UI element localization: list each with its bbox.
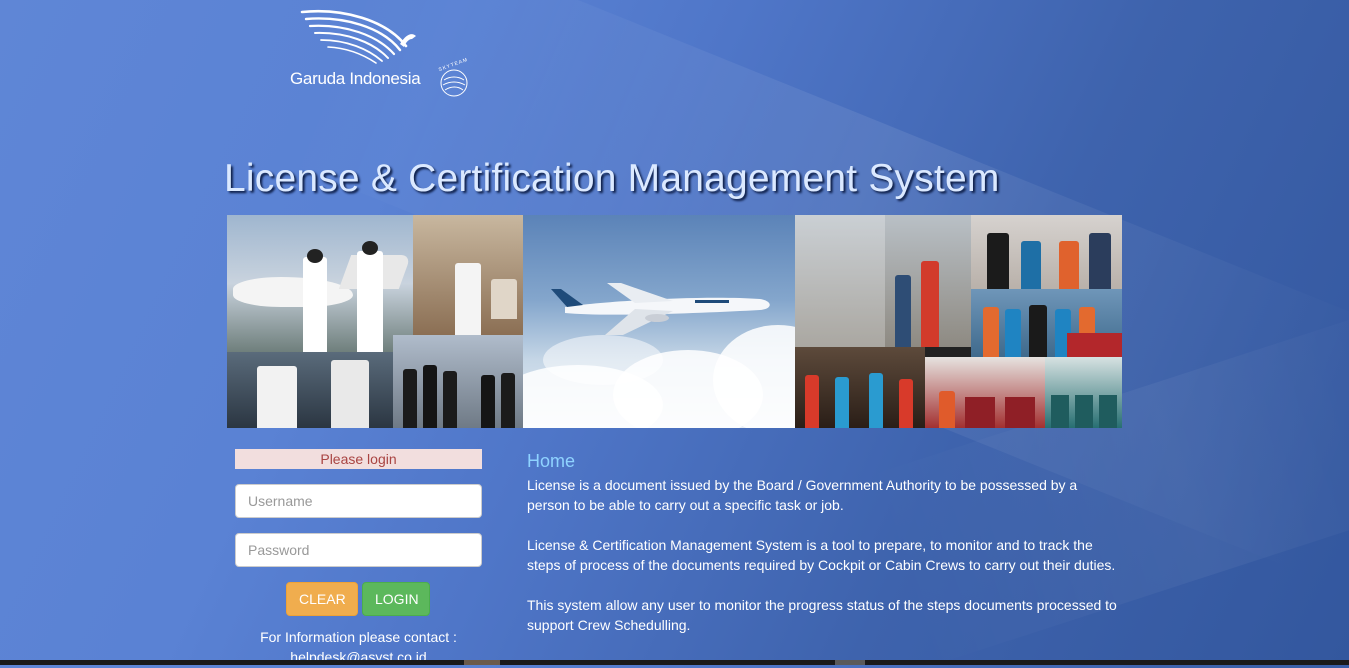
photo-training-room [795, 347, 925, 428]
contact-label: For Information please contact : [260, 629, 457, 645]
home-description: License is a document issued by the Boar… [527, 475, 1117, 655]
password-input[interactable] [235, 533, 482, 567]
home-paragraph: License is a document issued by the Boar… [527, 477, 1078, 513]
bottom-footer-strip [0, 660, 1349, 665]
photo-crew-portrait [971, 215, 1122, 289]
page-title: License & Certification Management Syste… [224, 157, 1000, 200]
home-paragraph: License & Certification Management Syste… [527, 537, 1116, 573]
photo-economy-cabin [1045, 357, 1122, 428]
photo-sky-airplane [523, 215, 795, 428]
photo-office-counter [413, 215, 523, 335]
garuda-logo: Garuda Indonesia SKYTEAM [288, 6, 478, 102]
airplane-icon [551, 283, 770, 335]
photo-business-cabin [925, 357, 1045, 428]
banner-collage [227, 215, 1122, 428]
home-heading: Home [527, 451, 576, 471]
login-alert: Please login [235, 449, 482, 469]
photo-pilot-group [393, 335, 523, 428]
photo-pilots-airplane [227, 215, 413, 352]
username-input[interactable] [235, 484, 482, 518]
clear-button[interactable]: CLEAR [286, 582, 358, 616]
photo-cockpit [227, 352, 393, 428]
logo-wordmark: Garuda Indonesia [290, 69, 421, 88]
login-button[interactable]: LOGIN [362, 582, 430, 616]
photo-license-office [795, 215, 971, 347]
home-paragraph: This system allow any user to monitor th… [527, 597, 1117, 633]
photo-cabin-crew-group [971, 289, 1122, 357]
